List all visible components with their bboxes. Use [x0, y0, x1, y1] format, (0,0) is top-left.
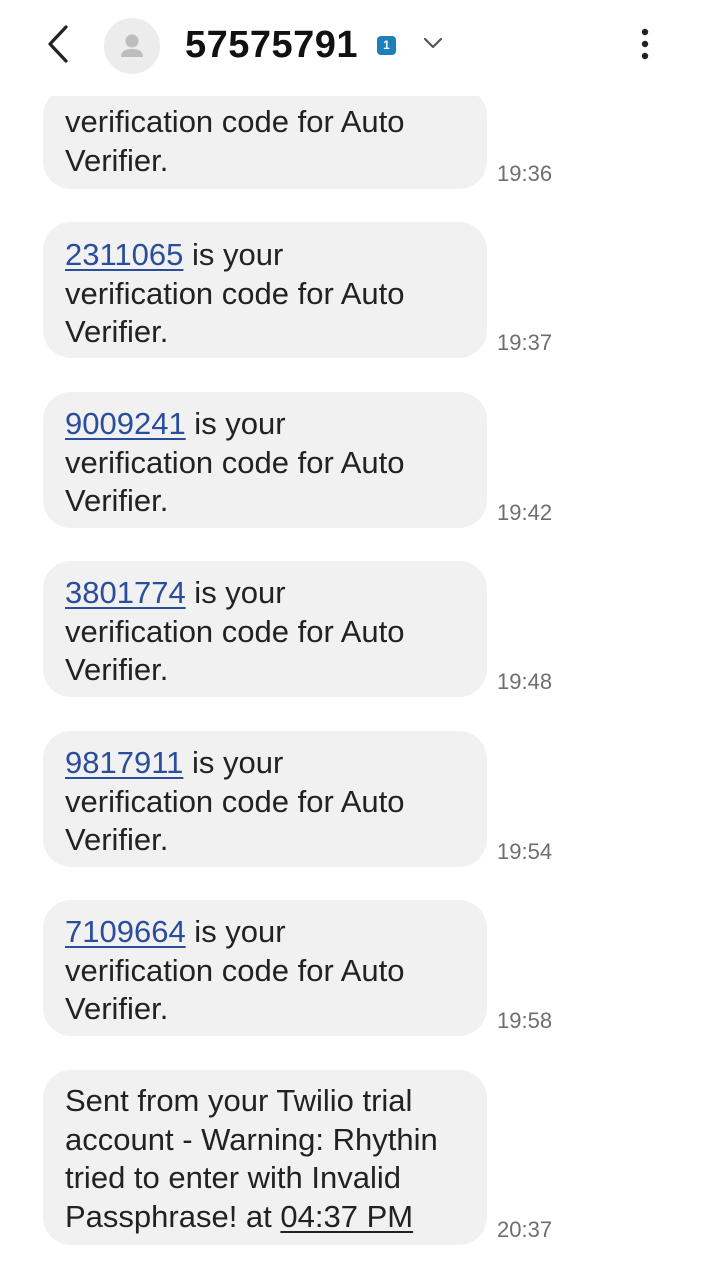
message-timestamp: 19:37 [497, 330, 553, 355]
message-text: is your [183, 745, 284, 780]
verification-code-link[interactable]: 2311065 [65, 237, 183, 272]
verification-code-link[interactable]: 7109664 [65, 914, 186, 949]
expand-button[interactable] [418, 30, 448, 60]
message-first-line: 9817911 is your [65, 744, 467, 783]
message-first-line: 9009241 is your [65, 405, 467, 444]
message-line: Verifier. [65, 483, 169, 518]
message-list[interactable]: verification code for Auto Verifier. 19:… [0, 0, 708, 1280]
message-last-line: Passphrase! at 04:37 PM [65, 1198, 467, 1237]
message-line: Verifier. [65, 991, 169, 1026]
more-vertical-icon [641, 27, 649, 66]
time-link[interactable]: 04:37 PM [280, 1199, 413, 1234]
message-timestamp: 19:58 [497, 1008, 553, 1033]
message-line: verification code for Auto [65, 275, 405, 311]
message-text: Passphrase! at [65, 1198, 281, 1234]
chevron-left-icon [46, 24, 70, 69]
message-line: Verifier. [65, 314, 169, 349]
chevron-down-icon [423, 36, 443, 54]
message-bubble[interactable]: 7109664 is your verification code for Au… [43, 900, 487, 1036]
message-line: account - Warning: Rhythin [65, 1121, 438, 1157]
message-text: is your [185, 914, 286, 949]
message-text: is your [185, 406, 286, 441]
message-first-line: 3801774 is your [65, 574, 467, 613]
person-icon [104, 18, 160, 74]
message-bubble[interactable]: verification code for Auto Verifier. [43, 88, 487, 189]
message-timestamp: 19:36 [497, 161, 553, 186]
message-text: is your [185, 575, 286, 610]
verification-code-link[interactable]: 3801774 [65, 575, 186, 610]
more-options-button[interactable] [628, 22, 662, 70]
message-line: Verifier. [65, 822, 169, 857]
message-bubble[interactable]: 2311065 is your verification code for Au… [43, 222, 487, 358]
verification-code-link[interactable]: 9817911 [65, 745, 183, 780]
message-timestamp: 19:54 [497, 839, 553, 864]
avatar[interactable] [104, 18, 160, 74]
message-timestamp: 19:42 [497, 500, 553, 525]
message-timestamp: 19:48 [497, 669, 553, 694]
message-first-line: 2311065 is your [65, 236, 467, 275]
message-line: tried to enter with Invalid [65, 1160, 402, 1195]
message-line: Sent from your Twilio trial [65, 1083, 413, 1118]
message-bubble[interactable]: 9817911 is your verification code for Au… [43, 731, 487, 867]
message-first-line: 7109664 is your [65, 913, 467, 952]
message-text: is your [183, 237, 284, 272]
verification-code-link[interactable]: 9009241 [65, 406, 186, 441]
sim-1-icon: 1 [377, 36, 396, 55]
message-line: Verifier. [65, 142, 169, 178]
message-bubble[interactable]: Sent from your Twilio trial account - Wa… [43, 1070, 487, 1245]
message-line: verification code for Auto [65, 444, 405, 480]
back-button[interactable] [36, 22, 80, 70]
contact-name[interactable]: 57575791 [185, 22, 358, 68]
message-line: verification code for Auto [65, 783, 405, 819]
message-line: verification code for Auto [65, 613, 405, 649]
message-bubble[interactable]: 9009241 is your verification code for Au… [43, 392, 487, 528]
message-timestamp: 20:37 [497, 1217, 553, 1242]
message-line: verification code for Auto [65, 952, 405, 988]
message-line: verification code for Auto [65, 104, 405, 139]
message-bubble[interactable]: 3801774 is your verification code for Au… [43, 561, 487, 697]
message-line: Verifier. [65, 652, 169, 687]
conversation-header: 57575791 1 [0, 0, 708, 96]
